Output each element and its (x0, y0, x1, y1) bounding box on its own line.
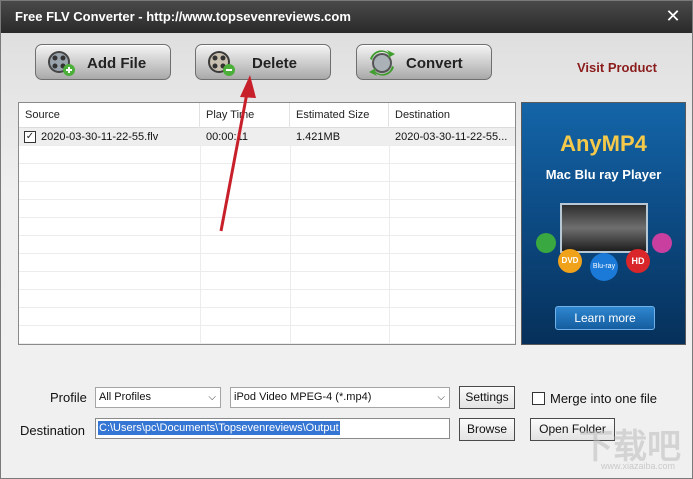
profile-format-select[interactable]: iPod Video MPEG-4 (*.mp4) ⌵ (230, 387, 450, 408)
cell-source: 2020-03-30-11-22-55.flv (41, 131, 159, 143)
convert-icon (369, 50, 395, 76)
film-remove-icon (208, 51, 235, 76)
chevron-down-icon: ⌵ (437, 392, 445, 403)
delete-label: Delete (252, 55, 298, 72)
app-window: Free FLV Converter - http://www.topseven… (0, 0, 693, 479)
column-header-play-time[interactable]: Play Time (200, 103, 290, 128)
delete-button[interactable]: Delete (195, 44, 331, 80)
visit-product-link[interactable]: Visit Product (577, 60, 657, 75)
destination-value: C:\Users\pc\Documents\Topsevenreviews\Ou… (98, 421, 340, 435)
merge-label: Merge into one file (550, 391, 657, 406)
bluray-disc-icon: Blu-ray (590, 253, 618, 281)
cell-play-time: 00:00:11 (206, 131, 249, 143)
ad-video-screen (560, 203, 648, 253)
table-row-empty (19, 146, 515, 164)
table-header: Source Play Time Estimated Size Destinat… (19, 103, 515, 128)
table-row-empty (19, 326, 515, 344)
file-table: Source Play Time Estimated Size Destinat… (18, 102, 516, 345)
row-checkbox[interactable]: ✓ (24, 131, 36, 143)
profile-format-value: iPod Video MPEG-4 (*.mp4) (234, 391, 372, 403)
column-header-estimated-size[interactable]: Estimated Size (290, 103, 389, 128)
browse-button[interactable]: Browse (459, 418, 515, 441)
settings-button[interactable]: Settings (459, 386, 515, 409)
add-file-button[interactable]: Add File (35, 44, 171, 80)
table-row[interactable]: ✓ 2020-03-30-11-22-55.flv 00:00:11 1.421… (19, 128, 515, 146)
profile-label: Profile (50, 390, 87, 405)
add-file-label: Add File (87, 55, 147, 72)
destination-label: Destination (20, 423, 86, 438)
merge-checkbox[interactable] (532, 392, 545, 405)
table-row-empty (19, 236, 515, 254)
title-bar: Free FLV Converter - http://www.topseven… (1, 1, 692, 33)
column-header-source[interactable]: Source (19, 103, 200, 128)
column-header-destination[interactable]: Destination (389, 103, 515, 128)
table-row-empty (19, 164, 515, 182)
close-icon[interactable]: ✕ (662, 5, 684, 27)
ad-app-icon (536, 233, 556, 253)
ad-banner[interactable]: AnyMP4 Mac Blu ray Player DVD Blu-ray HD… (521, 102, 686, 345)
table-row-empty (19, 308, 515, 326)
window-title: Free FLV Converter - http://www.topseven… (15, 9, 351, 24)
cell-destination: 2020-03-30-11-22-55... (395, 131, 508, 143)
watermark-site: www.xiazaiba.com (601, 461, 676, 471)
chevron-down-icon: ⌵ (208, 392, 216, 403)
hd-disc-icon: HD (626, 249, 650, 273)
ad-people-icon (652, 233, 672, 253)
table-row-empty (19, 290, 515, 308)
ad-subtitle: Mac Blu ray Player (545, 167, 662, 182)
table-row-empty (19, 272, 515, 290)
table-row-empty (19, 254, 515, 272)
cell-size: 1.421MB (296, 131, 341, 143)
table-row-empty (19, 200, 515, 218)
convert-button[interactable]: Convert (356, 44, 492, 80)
film-add-icon (48, 51, 75, 76)
destination-input[interactable]: C:\Users\pc\Documents\Topsevenreviews\Ou… (95, 418, 450, 439)
dvd-disc-icon: DVD (558, 249, 582, 273)
ad-title: AnyMP4 (560, 131, 647, 156)
profile-category-select[interactable]: All Profiles ⌵ (95, 387, 221, 408)
profile-category-value: All Profiles (99, 391, 151, 403)
table-row-empty (19, 218, 515, 236)
table-row-empty (19, 182, 515, 200)
convert-label: Convert (406, 55, 463, 72)
learn-more-button[interactable]: Learn more (555, 306, 655, 330)
